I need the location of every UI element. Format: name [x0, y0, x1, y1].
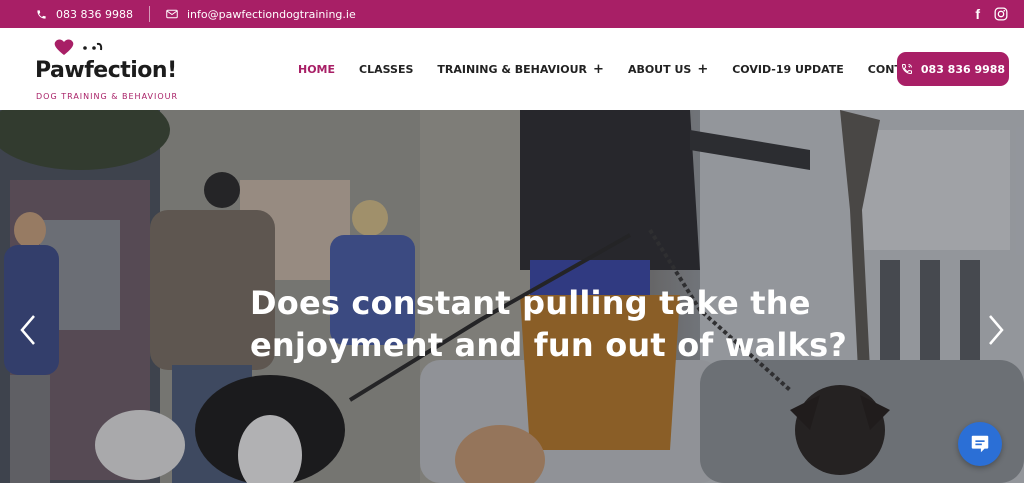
facebook-icon[interactable]: f [975, 6, 980, 22]
chat-widget-button[interactable] [958, 422, 1002, 466]
chevron-right-icon[interactable] [984, 310, 1008, 350]
top-email[interactable]: info@pawfectiondogtraining.ie [166, 8, 356, 21]
logo[interactable]: Pawfection! DOG TRAINING & BEHAVIOUR [35, 38, 185, 104]
top-email-text: info@pawfectiondogtraining.ie [186, 7, 356, 21]
logo-tagline: DOG TRAINING & BEHAVIOUR [36, 92, 179, 101]
heart-icon [54, 39, 74, 55]
social-links: f [975, 0, 1008, 28]
nav-covid-label: COVID-19 UPDATE [732, 62, 844, 76]
nav-classes[interactable]: CLASSES [359, 63, 413, 76]
nav-home-label: HOME [298, 62, 336, 76]
hero-slider: Does constant pulling take the enjoyment… [0, 110, 1024, 483]
nav-covid-update[interactable]: COVID-19 UPDATE [732, 63, 844, 76]
divider [148, 6, 150, 22]
envelope-icon [166, 9, 178, 19]
plus-icon[interactable]: + [697, 62, 708, 77]
main-nav: HOME CLASSES TRAINING & BEHAVIOUR + ABOUT… [298, 28, 925, 110]
call-button-label: 083 836 9988 [920, 62, 1006, 76]
phone-icon [37, 9, 46, 19]
chevron-left-icon[interactable] [16, 310, 40, 350]
nav-training-behaviour[interactable]: TRAINING & BEHAVIOUR + [437, 62, 604, 77]
nav-about-us[interactable]: ABOUT US + [628, 62, 708, 77]
nav-classes-label: CLASSES [359, 62, 414, 76]
hero-headline: Does constant pulling take the enjoyment… [250, 284, 848, 364]
top-phone-text: 083 836 9988 [56, 7, 133, 21]
top-phone[interactable]: 083 836 9988 [36, 8, 133, 21]
plus-icon[interactable]: + [593, 62, 604, 77]
logo-wordmark: Pawfection! [35, 58, 177, 83]
site-header: Pawfection! DOG TRAINING & BEHAVIOUR HOM… [0, 28, 1024, 110]
nav-training-label: TRAINING & BEHAVIOUR [437, 62, 588, 76]
chat-bubble-icon [971, 435, 989, 453]
top-bar: 083 836 9988 info@pawfectiondogtraining.… [0, 0, 1024, 28]
instagram-icon[interactable] [994, 7, 1008, 21]
dog-face-icon [83, 42, 103, 51]
phone-ringing-icon [901, 64, 912, 75]
nav-home[interactable]: HOME [298, 63, 335, 76]
call-button[interactable]: 083 836 9988 [897, 52, 1009, 86]
top-contact: 083 836 9988 info@pawfectiondogtraining.… [36, 0, 356, 28]
nav-about-label: ABOUT US [627, 62, 692, 76]
